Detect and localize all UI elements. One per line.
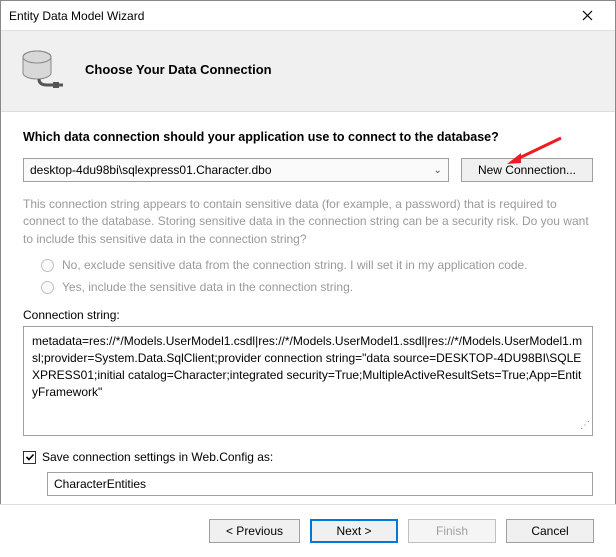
sensitive-radio-group: No, exclude sensitive data from the conn…	[23, 258, 593, 294]
connection-selected-value: desktop-4du98bi\sqlexpress01.Character.d…	[30, 163, 428, 177]
connection-string-label: Connection string:	[23, 308, 593, 322]
radio-icon	[41, 259, 54, 272]
radio-icon	[41, 281, 54, 294]
window-title: Entity Data Model Wizard	[9, 9, 567, 23]
checkmark-icon	[25, 452, 35, 462]
question-label: Which data connection should your applic…	[23, 130, 593, 144]
connection-string-textbox[interactable]: metadata=res://*/Models.UserModel1.csdl|…	[23, 326, 593, 436]
radio-include-sensitive: Yes, include the sensitive data in the c…	[41, 280, 593, 294]
radio-include-label: Yes, include the sensitive data in the c…	[62, 280, 353, 294]
cancel-button[interactable]: Cancel	[506, 519, 594, 543]
connection-dropdown[interactable]: desktop-4du98bi\sqlexpress01.Character.d…	[23, 158, 449, 182]
connection-row: desktop-4du98bi\sqlexpress01.Character.d…	[23, 158, 593, 182]
chevron-down-icon: ⌄	[428, 165, 442, 176]
resize-grip-icon: ⋰	[580, 419, 590, 433]
page-title: Choose Your Data Connection	[85, 62, 272, 77]
radio-exclude-sensitive: No, exclude sensitive data from the conn…	[41, 258, 593, 272]
close-icon	[582, 10, 593, 21]
close-button[interactable]	[567, 2, 607, 30]
titlebar: Entity Data Model Wizard	[1, 1, 615, 31]
content-area: Which data connection should your applic…	[1, 112, 615, 506]
finish-button: Finish	[408, 519, 496, 543]
next-button[interactable]: Next >	[310, 519, 398, 543]
connection-string-value: metadata=res://*/Models.UserModel1.csdl|…	[32, 334, 582, 398]
settings-name-input[interactable]	[47, 472, 593, 496]
previous-button[interactable]: < Previous	[209, 519, 300, 543]
save-settings-row: Save connection settings in Web.Config a…	[23, 450, 593, 464]
sensitive-data-info: This connection string appears to contai…	[23, 196, 593, 248]
new-connection-button[interactable]: New Connection...	[461, 158, 593, 182]
wizard-footer: < Previous Next > Finish Cancel	[0, 504, 616, 557]
save-settings-label: Save connection settings in Web.Config a…	[42, 450, 273, 464]
header-band: Choose Your Data Connection	[1, 31, 615, 112]
radio-exclude-label: No, exclude sensitive data from the conn…	[62, 258, 528, 272]
database-connection-icon	[19, 45, 67, 93]
save-settings-checkbox[interactable]	[23, 451, 36, 464]
